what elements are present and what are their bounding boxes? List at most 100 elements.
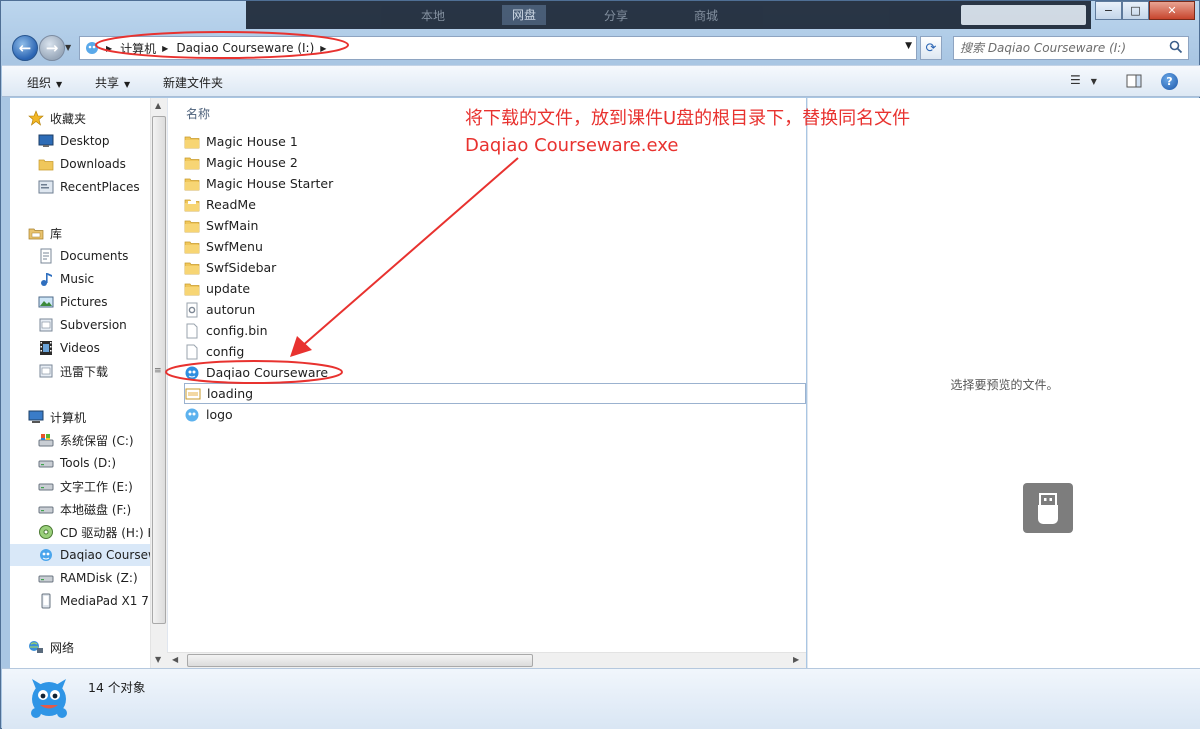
breadcrumb: ▶ 计算机 <box>106 40 156 57</box>
file-item-swfmain[interactable]: SwfMain <box>184 215 258 236</box>
minimize-button[interactable]: − <box>1095 1 1122 20</box>
refresh-button[interactable]: ⟳ <box>920 36 942 60</box>
nav-item-subversion[interactable]: Subversion <box>38 314 150 336</box>
file-item-loading[interactable]: loading <box>184 383 806 404</box>
scrollbar-thumb[interactable] <box>187 654 533 667</box>
file-item-magic-house-starter[interactable]: Magic House Starter <box>184 173 333 194</box>
nav-network-header[interactable]: 网络 <box>28 636 150 658</box>
file-name: Magic House 1 <box>206 134 298 149</box>
background-tab: 分享 <box>604 9 629 23</box>
share-menu[interactable]: 共享 ▼ <box>95 74 130 91</box>
navigation-row: ← → ▼ ▶ 计算机 ▶ Daqiao Courseware (I:) ▶ ▼… <box>1 31 1200 63</box>
scroll-left-icon[interactable]: ◀ <box>172 655 178 664</box>
view-options-button[interactable]: ☰ ▼ <box>1070 73 1097 91</box>
file-name: update <box>206 281 251 296</box>
breadcrumb-separator-icon[interactable]: ▶ <box>320 44 326 53</box>
back-button[interactable]: ← <box>12 35 38 61</box>
nav-item-drive-z[interactable]: RAMDisk (Z:) <box>38 567 150 589</box>
star-icon <box>28 110 44 126</box>
column-header-name[interactable]: 名称 <box>186 105 210 122</box>
videos-icon <box>38 340 54 356</box>
music-icon <box>38 271 54 287</box>
navigation-scrollbar[interactable]: ▲ ≡ ▼ <box>150 98 167 668</box>
nav-item-pictures[interactable]: Pictures <box>38 291 150 313</box>
nav-item-drive-c[interactable]: 系统保留 (C:) <box>38 429 150 451</box>
nav-item-drive-h[interactable]: CD 驱动器 (H:) H <box>38 521 150 543</box>
file-name: config <box>206 344 245 359</box>
scroll-down-icon[interactable]: ▼ <box>155 655 161 664</box>
nav-header-label: 计算机 <box>50 410 87 425</box>
nav-item-drive-f[interactable]: 本地磁盘 (F:) <box>38 498 150 520</box>
file-item-swfsidebar[interactable]: SwfSidebar <box>184 257 276 278</box>
search-icon[interactable] <box>1169 40 1183 54</box>
file-name: SwfMain <box>206 218 259 233</box>
window-controls: − □ ✕ <box>1095 1 1195 20</box>
computer-icon <box>28 409 44 425</box>
nav-item-label: Music <box>60 272 95 286</box>
new-folder-button[interactable]: 新建文件夹 <box>163 74 223 91</box>
nav-item-videos[interactable]: Videos <box>38 337 150 359</box>
horizontal-scrollbar[interactable]: ◀ ▶ <box>167 652 806 668</box>
download-folder-icon <box>38 363 54 379</box>
nav-computer-header[interactable]: 计算机 <box>28 406 150 428</box>
subversion-icon <box>38 317 54 333</box>
file-item-daqiao-courseware[interactable]: Daqiao Courseware <box>184 362 328 383</box>
file-item-config[interactable]: config <box>184 341 244 362</box>
background-tab: 网盘 <box>502 5 547 25</box>
recent-pages-dropdown[interactable]: ▼ <box>65 43 71 52</box>
annotation-line-1: 将下载的文件，放到课件U盘的根目录下，替换同名文件 <box>465 108 911 129</box>
system-drive-icon <box>38 432 54 448</box>
navigation-pane: 收藏夹 Desktop Downloads RecentPlaces 库 Doc… <box>10 98 150 668</box>
library-icon <box>28 225 44 241</box>
file-item-magic-house-2[interactable]: Magic House 2 <box>184 152 298 173</box>
nav-item-recentplaces[interactable]: RecentPlaces <box>38 176 150 198</box>
scroll-right-icon[interactable]: ▶ <box>793 655 799 664</box>
nav-item-label: CD 驱动器 (H:) H <box>60 525 150 540</box>
breadcrumb-computer[interactable]: 计算机 <box>120 40 156 57</box>
close-button[interactable]: ✕ <box>1149 1 1195 20</box>
address-bar[interactable]: ▶ 计算机 ▶ Daqiao Courseware (I:) ▶ ▼ <box>79 36 917 60</box>
nav-item-label: Daqiao Courseware (I:) <box>60 548 150 562</box>
nav-item-drive-d[interactable]: Tools (D:) <box>38 452 150 474</box>
file-item-swfmenu[interactable]: SwfMenu <box>184 236 263 257</box>
help-button[interactable]: ? <box>1161 73 1178 90</box>
file-name: Daqiao Courseware <box>206 365 329 380</box>
view-list-icon: ☰ <box>1070 73 1081 87</box>
search-box <box>953 36 1189 60</box>
nav-item-downloads[interactable]: Downloads <box>38 153 150 175</box>
breadcrumb-drive[interactable]: Daqiao Courseware (I:) <box>176 41 314 55</box>
nav-item-desktop[interactable]: Desktop <box>38 130 150 152</box>
file-item-config-bin[interactable]: config.bin <box>184 320 268 341</box>
nav-item-mediapad[interactable]: MediaPad X1 7 <box>38 590 150 612</box>
preview-pane-button[interactable] <box>1126 73 1142 91</box>
nav-item-music[interactable]: Music <box>38 268 150 290</box>
usb-drive-icon <box>1023 483 1073 533</box>
nav-libraries-header[interactable]: 库 <box>28 222 150 244</box>
scroll-up-icon[interactable]: ▲ <box>155 101 161 110</box>
maximize-button[interactable]: □ <box>1122 1 1149 20</box>
file-item-logo[interactable]: logo <box>184 404 233 425</box>
nav-item-documents[interactable]: Documents <box>38 245 150 267</box>
breadcrumb-separator-icon[interactable]: ▶ <box>162 44 168 53</box>
refresh-icon: ⟳ <box>925 40 937 56</box>
nav-item-label: Pictures <box>60 295 108 309</box>
background-tab: 商城 <box>694 9 719 23</box>
app-mascot-icon <box>184 407 200 423</box>
nav-item-drive-i[interactable]: Daqiao Courseware (I:) <box>10 544 150 566</box>
breadcrumb-separator-icon[interactable]: ▶ <box>106 44 112 53</box>
file-item-magic-house-1[interactable]: Magic House 1 <box>184 131 298 152</box>
search-input[interactable] <box>954 37 1164 59</box>
file-name: SwfMenu <box>206 239 263 254</box>
nav-item-xunlei[interactable]: 迅雷下载 <box>38 360 150 382</box>
nav-header-label: 网络 <box>50 640 75 655</box>
nav-item-drive-e[interactable]: 文字工作 (E:) <box>38 475 150 497</box>
forward-button[interactable]: → <box>39 35 65 61</box>
file-name: autorun <box>206 302 256 317</box>
nav-favorites-header[interactable]: 收藏夹 <box>28 107 150 129</box>
nav-header-label: 库 <box>50 226 63 241</box>
address-dropdown-icon[interactable]: ▼ <box>905 41 912 51</box>
file-item-readme[interactable]: ReadMe <box>184 194 256 215</box>
file-item-update[interactable]: update <box>184 278 250 299</box>
file-item-autorun[interactable]: autorun <box>184 299 255 320</box>
organize-menu[interactable]: 组织 ▼ <box>27 74 62 91</box>
